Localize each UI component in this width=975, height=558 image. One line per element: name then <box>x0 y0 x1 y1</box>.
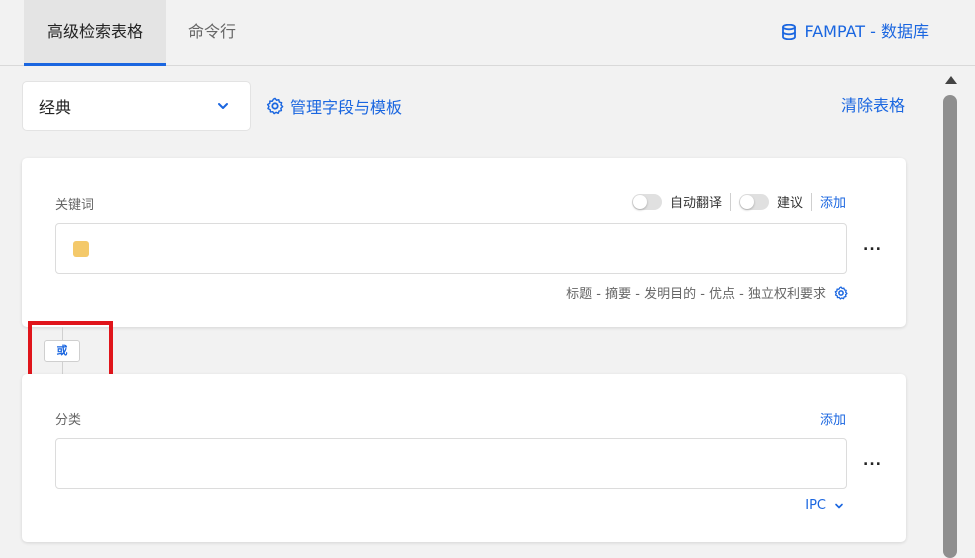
keyword-fields-label: 标题 - 摘要 - 发明目的 - 优点 - 独立权利要求 <box>566 287 826 302</box>
database-icon <box>782 24 797 40</box>
classification-card: 分类 添加 ... IPC <box>22 374 906 542</box>
chevron-down-icon <box>218 103 228 109</box>
suggest-label: 建议 <box>776 196 803 211</box>
gear-icon[interactable] <box>834 285 848 300</box>
keyword-label: 关键词 <box>55 198 95 213</box>
ipc-scheme-label: IPC <box>805 498 826 513</box>
mode-select[interactable]: 经典 <box>22 81 251 131</box>
auto-translate-label: 自动翻译 <box>669 196 722 211</box>
ipc-scheme-dropdown[interactable]: IPC <box>805 498 844 513</box>
keyword-add-link[interactable]: 添加 <box>812 192 846 211</box>
auto-translate-toggle[interactable] <box>631 193 662 210</box>
mode-select-value: 经典 <box>39 98 72 117</box>
classification-input[interactable] <box>55 438 847 489</box>
tab-bar: 高级检索表格 命令行 FAMPAT - 数据库 <box>0 0 975 66</box>
keyword-input[interactable] <box>55 223 847 274</box>
keyword-card: 关键词 自动翻译 建议 添加 ... 标题 - 摘要 - 发明目的 - 优点 -… <box>22 158 906 327</box>
keyword-options: 自动翻译 建议 添加 <box>624 192 846 211</box>
manage-fields-button[interactable]: 管理字段与模板 <box>266 94 402 118</box>
keyword-chip <box>73 241 89 257</box>
classification-label: 分类 <box>55 413 82 428</box>
tab-command-line[interactable]: 命令行 <box>188 0 236 66</box>
highlight-box <box>28 321 113 379</box>
manage-fields-label: 管理字段与模板 <box>290 98 403 117</box>
keyword-fields-hint: 标题 - 摘要 - 发明目的 - 优点 - 独立权利要求 <box>566 283 848 302</box>
tab-advanced-search[interactable]: 高级检索表格 <box>24 0 166 66</box>
chevron-down-icon <box>835 503 843 508</box>
classification-add-link[interactable]: 添加 <box>812 409 846 428</box>
suggest-option: 建议 <box>731 192 811 211</box>
database-label: FAMPAT - 数据库 <box>804 22 929 41</box>
classification-more-button[interactable]: ... <box>863 453 882 469</box>
suggest-toggle[interactable] <box>738 193 769 210</box>
gear-icon <box>266 97 284 115</box>
keyword-more-button[interactable]: ... <box>863 238 882 254</box>
database-selector[interactable]: FAMPAT - 数据库 <box>782 0 929 64</box>
clear-form-button[interactable]: 清除表格 <box>841 94 905 118</box>
scrollbar-thumb[interactable] <box>943 95 957 558</box>
auto-translate-option: 自动翻译 <box>624 192 730 211</box>
scroll-up-arrow-icon[interactable] <box>945 76 957 84</box>
